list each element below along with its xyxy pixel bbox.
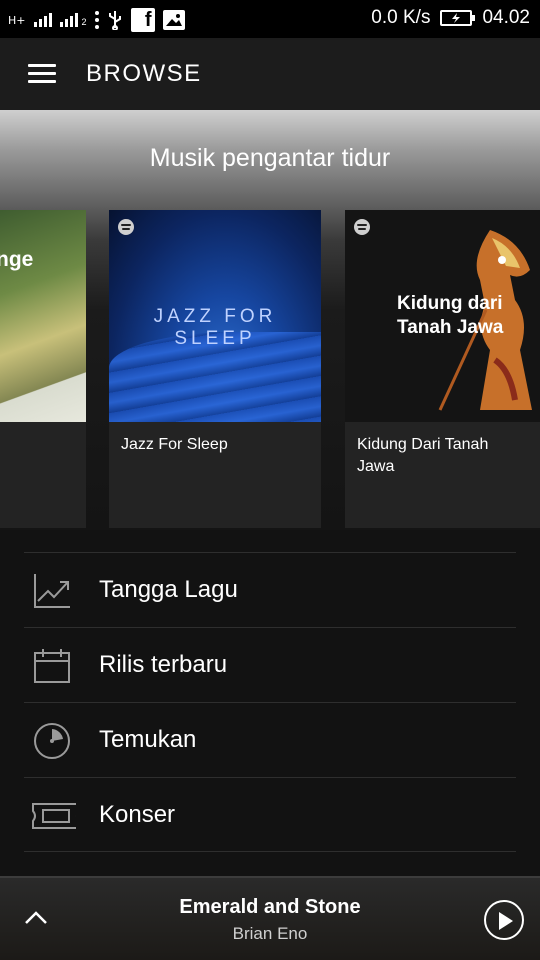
list-item-label: Konser <box>99 801 176 828</box>
cover-text: nge <box>0 248 34 271</box>
playlist-card-jazz-for-sleep[interactable]: JAZZ FOR SLEEP Jazz For Sleep <box>109 210 321 528</box>
sim2-label: 2 <box>81 17 87 27</box>
discover-dial-icon <box>34 723 70 759</box>
gallery-icon <box>162 10 185 30</box>
play-button[interactable] <box>484 900 524 940</box>
track-title: Emerald and Stone <box>179 896 361 918</box>
facebook-icon: f <box>130 8 155 32</box>
now-playing-bar[interactable]: Emerald and Stone Brian Eno <box>0 876 540 960</box>
list-item-label: Rilis terbaru <box>99 651 228 678</box>
list-item-rilis-terbaru[interactable]: Rilis terbaru <box>24 627 516 702</box>
page-title: BROWSE <box>86 60 202 87</box>
usb-icon <box>108 11 121 30</box>
list-item-konser[interactable]: Konser <box>24 777 516 852</box>
browse-list: Tangga Lagu Rilis terbaru Temukan Konser <box>24 552 516 852</box>
list-item-temukan[interactable]: Temukan <box>24 702 516 777</box>
list-item-label: Tangga Lagu <box>99 576 238 603</box>
network-type: H+ <box>8 13 26 27</box>
playlist-title: Kidung Dari Tanah Jawa <box>357 436 489 475</box>
more-notifications-icon <box>94 11 99 29</box>
list-item-tangga-lagu[interactable]: Tangga Lagu <box>24 552 516 627</box>
playlist-cover: nge <box>0 210 86 422</box>
hamburger-menu-icon[interactable] <box>28 64 56 84</box>
track-artist: Brian Eno <box>232 924 308 943</box>
chart-trend-icon <box>34 574 70 608</box>
featured-section: Musik pengantar tidur nge JAZZ FOR SLEEP… <box>0 110 540 530</box>
playlist-card-kidung-dari-tanah-jawa[interactable]: Kidung dari Tanah Jawa Kidung Dari Tanah… <box>345 210 540 528</box>
playlist-cover: Kidung dari Tanah Jawa <box>345 210 540 422</box>
ticket-icon <box>32 803 76 829</box>
network-speed: 0.0 K/s <box>371 7 431 28</box>
cover-text: JAZZ FOR SLEEP <box>153 306 277 349</box>
status-right-icons: 0.0 K/s 04.02 <box>371 7 530 29</box>
signal-icon <box>33 13 52 27</box>
spotify-icon <box>354 219 370 235</box>
section-title: Musik pengantar tidur <box>149 144 391 172</box>
cover-art-shape <box>0 362 86 422</box>
playlist-cover: JAZZ FOR SLEEP <box>109 210 321 422</box>
cover-text: Kidung dari Tanah Jawa <box>397 293 504 338</box>
clock: 04.02 <box>482 7 530 28</box>
playlist-card[interactable]: nge <box>0 210 86 528</box>
status-bar: H+ 2 f 0.0 K/s 04.02 <box>0 0 540 38</box>
calendar-icon <box>34 649 70 683</box>
battery-charging-icon <box>440 10 476 26</box>
spotify-icon <box>118 219 134 235</box>
list-item-label: Temukan <box>99 726 197 753</box>
status-left-icons: H+ 2 f <box>8 8 185 32</box>
playlist-title: Jazz For Sleep <box>121 436 228 453</box>
signal-2-icon: 2 <box>59 13 87 27</box>
app-bar: BROWSE <box>0 38 540 110</box>
play-icon <box>499 912 513 930</box>
